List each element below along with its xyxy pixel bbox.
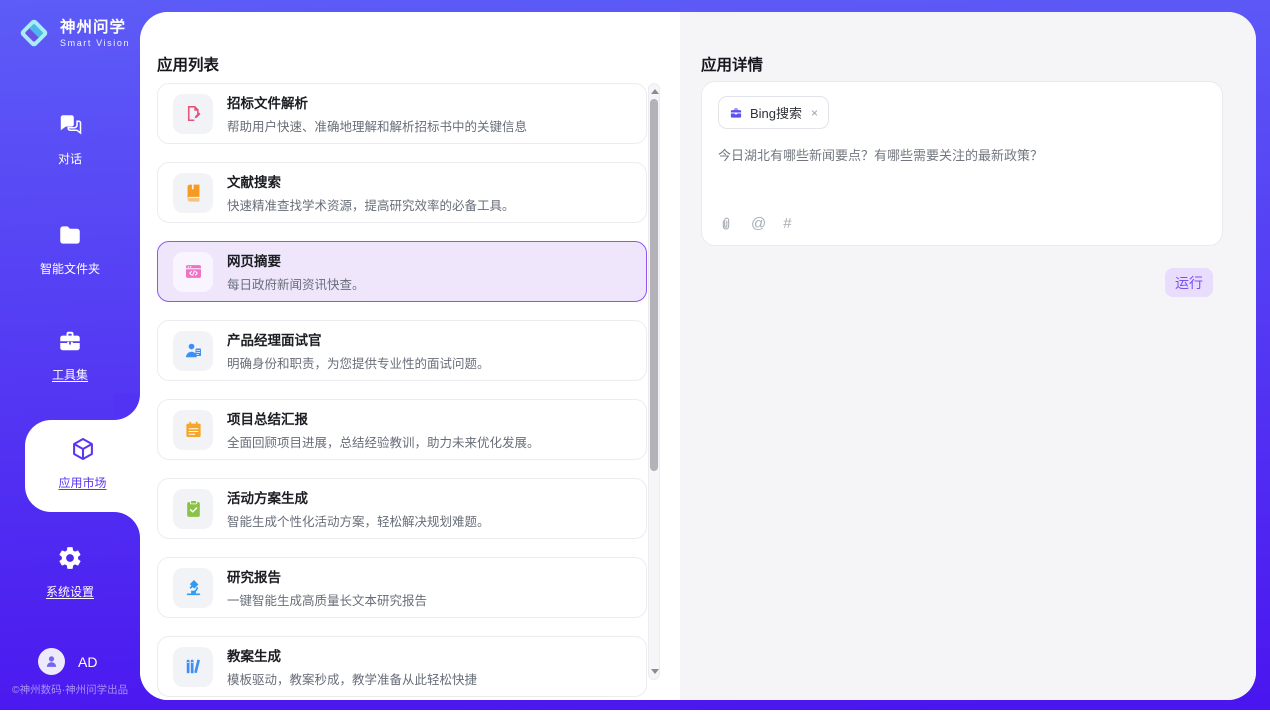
app-card-list: 招标文件解析帮助用户快速、准确地理解和解析招标书中的关键信息文献搜索快速精准查找… bbox=[157, 83, 647, 697]
app-card-text: 项目总结汇报全面回顾项目进展，总结经验教训，助力未来优化发展。 bbox=[227, 408, 540, 451]
tag-close-icon[interactable]: × bbox=[811, 106, 818, 120]
app-card-text: 文献搜索快速精准查找学术资源，提高研究效率的必备工具。 bbox=[227, 171, 515, 214]
app-card-desc: 明确身份和职责，为您提供专业性的面试问题。 bbox=[227, 353, 490, 372]
composer-toolbar: @ # bbox=[718, 215, 792, 232]
microscope-icon bbox=[173, 568, 213, 608]
sidebar-item-label: 智能文件夹 bbox=[40, 260, 100, 277]
app-card-title: 项目总结汇报 bbox=[227, 408, 540, 428]
app-card-text: 活动方案生成智能生成个性化活动方案，轻松解决规划难题。 bbox=[227, 487, 490, 530]
app-card-text: 网页摘要每日政府新闻资讯快查。 bbox=[227, 250, 365, 293]
scrollbar-thumb[interactable] bbox=[650, 99, 658, 471]
app-card-text: 招标文件解析帮助用户快速、准确地理解和解析招标书中的关键信息 bbox=[227, 92, 527, 135]
brand-logo: 神州问学 Smart Vision bbox=[16, 15, 130, 51]
briefcase-icon bbox=[729, 106, 743, 120]
scroll-down-icon[interactable] bbox=[651, 669, 659, 674]
app-detail-title: 应用详情 bbox=[701, 53, 763, 75]
sidebar-footer: ©神州数码·神州问学出品 bbox=[0, 682, 140, 697]
bump-fillet-bottom bbox=[114, 512, 140, 538]
sidebar-item-label: 应用市场 bbox=[58, 474, 106, 491]
app-card[interactable]: 教案生成模板驱动，教案秒成，教学准备从此轻松快捷 bbox=[157, 636, 647, 697]
app-card[interactable]: 活动方案生成智能生成个性化活动方案，轻松解决规划难题。 bbox=[157, 478, 647, 539]
brand-tagline: Smart Vision bbox=[60, 38, 130, 48]
brand-name: 神州问学 bbox=[60, 19, 130, 37]
user-initials: AD bbox=[78, 654, 97, 670]
hash-icon[interactable]: # bbox=[783, 215, 791, 232]
app-card-desc: 帮助用户快速、准确地理解和解析招标书中的关键信息 bbox=[227, 116, 527, 135]
sidebar-item-chat[interactable]: 对话 bbox=[0, 112, 140, 167]
mention-icon[interactable]: @ bbox=[751, 215, 766, 232]
book-icon bbox=[173, 173, 213, 213]
browser-code-icon bbox=[173, 252, 213, 292]
sidebar-item-toolbox[interactable]: 工具集 bbox=[0, 328, 140, 383]
app-card-text: 教案生成模板驱动，教案秒成，教学准备从此轻松快捷 bbox=[227, 645, 477, 688]
app-card-title: 活动方案生成 bbox=[227, 487, 490, 507]
sidebar: 神州问学 Smart Vision 对话智能文件夹工具集应用市场系统设置 AD … bbox=[0, 0, 140, 710]
diamond-logo-icon bbox=[16, 15, 52, 51]
app-card-title: 教案生成 bbox=[227, 645, 477, 665]
avatar[interactable] bbox=[38, 648, 65, 675]
scroll-up-icon[interactable] bbox=[651, 89, 659, 94]
gear-icon bbox=[57, 545, 83, 576]
cube-icon bbox=[70, 436, 96, 467]
app-card[interactable]: 项目总结汇报全面回顾项目进展，总结经验教训，助力未来优化发展。 bbox=[157, 399, 647, 460]
folder-icon bbox=[57, 222, 83, 253]
sidebar-item-folder[interactable]: 智能文件夹 bbox=[0, 222, 140, 277]
calendar-icon bbox=[173, 410, 213, 450]
interviewer-icon bbox=[173, 331, 213, 371]
toolbox-icon bbox=[57, 328, 83, 359]
app-card-desc: 智能生成个性化活动方案，轻松解决规划难题。 bbox=[227, 511, 490, 530]
books-icon bbox=[173, 647, 213, 687]
user-row[interactable]: AD bbox=[38, 648, 97, 675]
person-icon bbox=[44, 654, 59, 669]
app-card-desc: 全面回顾项目进展，总结经验教训，助力未来优化发展。 bbox=[227, 432, 540, 451]
app-list-title: 应用列表 bbox=[157, 53, 219, 75]
prompt-input[interactable]: 今日湖北有哪些新闻要点？有哪些需要关注的最新政策？ bbox=[718, 145, 1206, 164]
doc-edit-icon bbox=[173, 94, 213, 134]
app-frame: 神州问学 Smart Vision 对话智能文件夹工具集应用市场系统设置 AD … bbox=[0, 0, 1270, 710]
app-list-panel: 应用列表 招标文件解析帮助用户快速、准确地理解和解析招标书中的关键信息文献搜索快… bbox=[140, 12, 680, 700]
app-card[interactable]: 招标文件解析帮助用户快速、准确地理解和解析招标书中的关键信息 bbox=[157, 83, 647, 144]
app-card-desc: 快速精准查找学术资源，提高研究效率的必备工具。 bbox=[227, 195, 515, 214]
paperclip-icon[interactable] bbox=[718, 216, 734, 232]
app-detail-panel: 应用详情 Bing搜索 × 今日湖北有哪些新闻要点？有哪些需要关注的最新政策？ … bbox=[680, 12, 1256, 700]
run-button[interactable]: 运行 bbox=[1165, 268, 1213, 297]
app-card-text: 研究报告一键智能生成高质量长文本研究报告 bbox=[227, 566, 427, 609]
app-card-title: 文献搜索 bbox=[227, 171, 515, 191]
clipboard-check-icon bbox=[173, 489, 213, 529]
sidebar-item-label: 工具集 bbox=[52, 366, 88, 383]
app-card-title: 研究报告 bbox=[227, 566, 427, 586]
tool-tag-label: Bing搜索 bbox=[750, 103, 802, 122]
prompt-card: Bing搜索 × 今日湖北有哪些新闻要点？有哪些需要关注的最新政策？ @ # bbox=[701, 81, 1223, 246]
scrollbar[interactable] bbox=[648, 83, 660, 680]
sidebar-item-label: 系统设置 bbox=[46, 583, 94, 600]
app-card-desc: 模板驱动，教案秒成，教学准备从此轻松快捷 bbox=[227, 669, 477, 688]
sidebar-item-gear[interactable]: 系统设置 bbox=[0, 545, 140, 600]
app-card-desc: 一键智能生成高质量长文本研究报告 bbox=[227, 590, 427, 609]
chat-icon bbox=[57, 112, 83, 143]
app-card-title: 产品经理面试官 bbox=[227, 329, 490, 349]
app-card-text: 产品经理面试官明确身份和职责，为您提供专业性的面试问题。 bbox=[227, 329, 490, 372]
sidebar-item-cube[interactable]: 应用市场 bbox=[25, 436, 140, 491]
tool-tag-bing[interactable]: Bing搜索 × bbox=[718, 96, 829, 129]
app-card[interactable]: 产品经理面试官明确身份和职责，为您提供专业性的面试问题。 bbox=[157, 320, 647, 381]
bump-fillet-top bbox=[114, 394, 140, 420]
content-area: 应用列表 招标文件解析帮助用户快速、准确地理解和解析招标书中的关键信息文献搜索快… bbox=[140, 12, 1256, 700]
app-card-title: 招标文件解析 bbox=[227, 92, 527, 112]
app-card[interactable]: 研究报告一键智能生成高质量长文本研究报告 bbox=[157, 557, 647, 618]
app-card-title: 网页摘要 bbox=[227, 250, 365, 270]
app-card[interactable]: 文献搜索快速精准查找学术资源，提高研究效率的必备工具。 bbox=[157, 162, 647, 223]
sidebar-item-label: 对话 bbox=[58, 150, 82, 167]
app-card-desc: 每日政府新闻资讯快查。 bbox=[227, 274, 365, 293]
app-card[interactable]: 网页摘要每日政府新闻资讯快查。 bbox=[157, 241, 647, 302]
